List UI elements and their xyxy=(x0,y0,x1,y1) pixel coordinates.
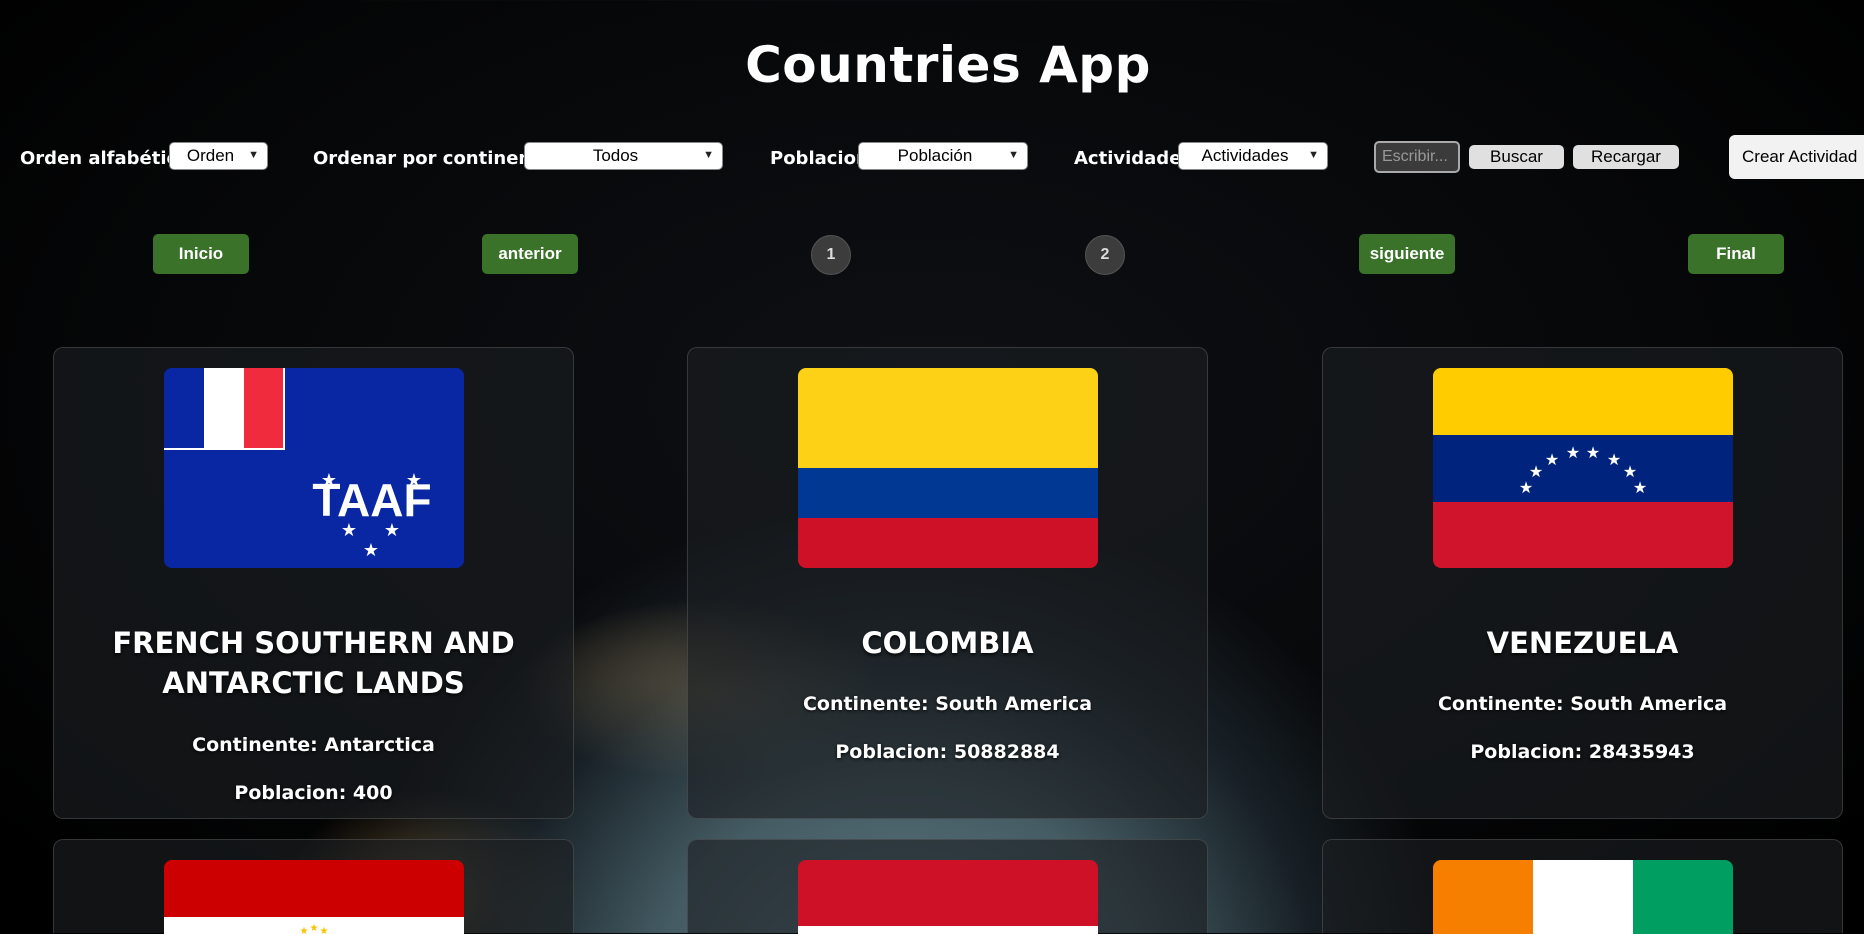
page-title: Countries App xyxy=(745,36,1151,94)
country-name: VENEZUELA xyxy=(1486,626,1679,660)
svg-text:★: ★ xyxy=(310,923,319,934)
population-sort-select[interactable]: Población ▼ xyxy=(858,142,1028,170)
country-card[interactable]: ★ ★ ★ ★ ★ ★ ★ ★ VENEZUELA Continente: South A… xyxy=(1322,347,1843,819)
svg-text:★: ★ xyxy=(1545,450,1559,469)
first-page-button[interactable]: Inicio xyxy=(153,234,249,274)
search-input[interactable]: Escribir... xyxy=(1374,141,1460,173)
svg-text:★: ★ xyxy=(321,470,337,491)
indonesia-flag-icon xyxy=(798,860,1098,934)
country-population: Poblacion: 28435943 xyxy=(1470,741,1695,763)
next-page-button[interactable]: siguiente xyxy=(1359,234,1455,274)
country-card[interactable]: COLOMBIA Continente: South America Pobla… xyxy=(687,347,1208,819)
alpha-order-label: Orden alfabético xyxy=(20,148,190,169)
chevron-down-icon: ▼ xyxy=(1008,149,1019,161)
svg-text:★: ★ xyxy=(363,540,379,561)
continent-filter-value: Todos xyxy=(592,146,639,165)
pagination: Inicio anterior 1 2 siguiente Final xyxy=(0,234,1864,276)
country-continent: Continente: South America xyxy=(802,693,1093,715)
svg-text:★: ★ xyxy=(1529,462,1543,481)
ivory-coast-flag-icon xyxy=(1433,860,1733,934)
venezuela-flag-icon: ★ ★ ★ ★ ★ ★ ★ ★ xyxy=(1433,368,1733,568)
activities-filter-value: Actividades xyxy=(1201,146,1289,165)
country-name: COLOMBIA xyxy=(861,626,1034,660)
country-population: Poblacion: 400 xyxy=(234,782,393,804)
country-card[interactable] xyxy=(1322,839,1843,934)
chevron-down-icon: ▼ xyxy=(1308,149,1319,161)
chevron-down-icon: ▼ xyxy=(703,149,714,161)
chevron-down-icon: ▼ xyxy=(248,149,259,161)
svg-text:★: ★ xyxy=(341,520,357,541)
activities-filter-select[interactable]: Actividades ▼ xyxy=(1178,142,1328,170)
previous-page-button[interactable]: anterior xyxy=(482,234,578,274)
country-population: Poblacion: 50882884 xyxy=(835,741,1060,763)
country-name: FRENCH SOUTHERN AND ANTARCTIC LANDS xyxy=(112,626,515,700)
alpha-order-value: Orden xyxy=(186,146,235,165)
filter-toolbar: Orden alfabético Orden ▼ Ordenar por con… xyxy=(20,135,1864,179)
svg-text:★: ★ xyxy=(1586,443,1600,462)
page-2-button[interactable]: 2 xyxy=(1085,235,1125,275)
colombia-flag-icon xyxy=(798,368,1098,568)
alpha-order-select[interactable]: Orden ▼ xyxy=(169,142,268,170)
create-activity-button[interactable]: Crear Actividad xyxy=(1729,135,1864,179)
svg-text:★: ★ xyxy=(384,520,400,541)
svg-text:★: ★ xyxy=(1633,478,1647,497)
continent-filter-label: Ordenar por continente: xyxy=(313,148,560,169)
search-button[interactable]: Buscar xyxy=(1469,145,1564,169)
reload-button[interactable]: Recargar xyxy=(1573,145,1679,169)
french-southern-flag-icon: TAAF ★ ★ ★ ★ ★ xyxy=(164,368,464,568)
country-continent: Continente: Antarctica xyxy=(192,734,435,756)
svg-text:★: ★ xyxy=(1607,450,1621,469)
population-sort-value: Población xyxy=(897,146,973,165)
activities-filter-label: Actividades xyxy=(1074,148,1193,169)
country-continent: Continente: South America xyxy=(1437,693,1728,715)
continent-filter-select[interactable]: Todos ▼ xyxy=(524,142,723,170)
country-card[interactable]: ★ ★ ★ xyxy=(53,839,574,934)
tajikistan-flag-icon: ★ ★ ★ xyxy=(164,860,464,934)
country-card[interactable] xyxy=(687,839,1208,934)
svg-text:★: ★ xyxy=(1566,443,1580,462)
population-sort-label: Poblacion xyxy=(770,148,869,169)
page-1-button[interactable]: 1 xyxy=(811,235,851,275)
svg-text:★: ★ xyxy=(406,470,422,491)
last-page-button[interactable]: Final xyxy=(1688,234,1784,274)
country-card[interactable]: TAAF ★ ★ ★ ★ ★ FRENCH SOUTHERN AND ANTARCT… xyxy=(53,347,574,819)
